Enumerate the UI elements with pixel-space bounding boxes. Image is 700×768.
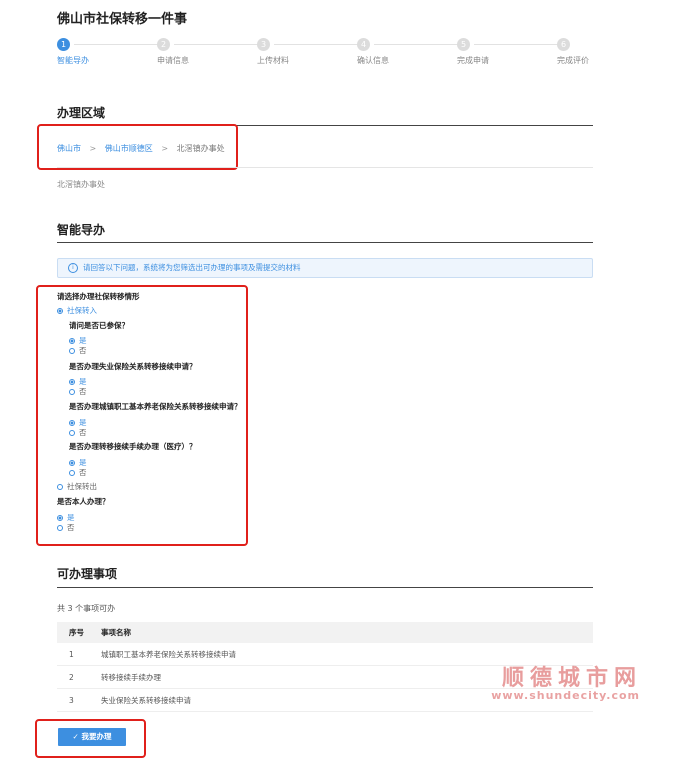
divider xyxy=(57,587,593,588)
info-icon: i xyxy=(68,263,78,273)
row-number: 2 xyxy=(57,665,100,689)
row-number: 1 xyxy=(57,643,100,666)
items-heading: 可办理事项 xyxy=(57,567,118,581)
step-number: 3 xyxy=(257,38,270,51)
highlight-box-button xyxy=(35,719,146,758)
step-number: 6 xyxy=(557,38,570,51)
step-number: 1 xyxy=(57,38,70,51)
highlight-box-region xyxy=(37,124,238,170)
step-1[interactable]: 1 智能导办 xyxy=(57,38,117,66)
column-header: 序号 xyxy=(57,622,100,643)
guide-heading: 智能导办 xyxy=(57,223,106,237)
watermark-url: www.shundecity.com xyxy=(491,689,640,702)
divider xyxy=(57,167,593,168)
notice-banner: i 请回答以下问题，系统将为您筛选出可办理的事项及需提交的材料 xyxy=(57,258,593,278)
region-heading: 办理区域 xyxy=(57,106,106,120)
step-number: 5 xyxy=(457,38,470,51)
row-number: 3 xyxy=(57,688,100,712)
selected-office[interactable]: 北滘镇办事处 xyxy=(57,179,105,190)
step-5[interactable]: 5 完成申请 xyxy=(457,38,517,66)
step-number: 4 xyxy=(357,38,370,51)
items-count: 共 3 个事项可办 xyxy=(57,604,116,613)
highlight-box-guide xyxy=(36,285,248,546)
step-label: 申请信息 xyxy=(157,56,189,65)
table-header-row: 序号 事项名称 xyxy=(57,622,593,643)
notice-text: 请回答以下问题，系统将为您筛选出可办理的事项及需提交的材料 xyxy=(83,263,301,272)
divider xyxy=(57,242,593,243)
step-6[interactable]: 6 完成评价 xyxy=(557,38,617,66)
step-2[interactable]: 2 申请信息 xyxy=(157,38,217,66)
step-number: 2 xyxy=(157,38,170,51)
step-3[interactable]: 3 上传材料 xyxy=(257,38,317,66)
step-label: 智能导办 xyxy=(57,56,89,65)
step-4[interactable]: 4 确认信息 xyxy=(357,38,417,66)
column-header: 事项名称 xyxy=(100,622,593,643)
step-label: 完成评价 xyxy=(557,56,589,65)
step-label: 上传材料 xyxy=(257,56,289,65)
step-label: 完成申请 xyxy=(457,56,489,65)
step-label: 确认信息 xyxy=(357,56,389,65)
page-title: 佛山市社保转移一件事 xyxy=(57,12,188,27)
watermark-text: 顺德城市网 xyxy=(501,666,642,691)
